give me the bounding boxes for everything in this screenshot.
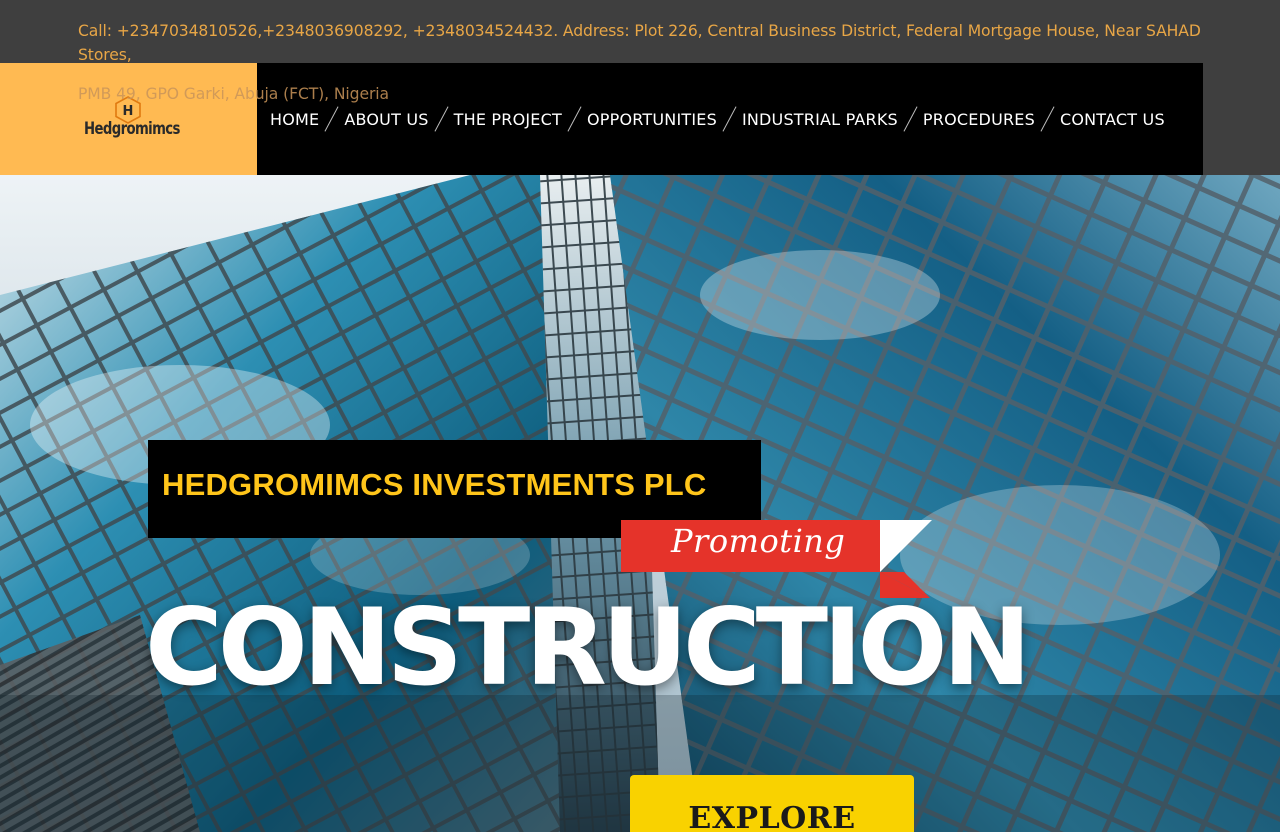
main-nav: HOME ABOUT US THE PROJECT OPPORTUNITIES …: [257, 63, 1203, 175]
promo-label: Promoting: [671, 522, 846, 560]
nav-item-procedures[interactable]: PROCEDURES: [923, 110, 1035, 129]
contact-info-line-1: Call: +2347034810526,+2348036908292, +23…: [78, 22, 1201, 64]
logo-letter: H: [123, 104, 134, 119]
nav-separator: [326, 106, 338, 132]
logo[interactable]: H Hedgromimcs: [0, 63, 257, 175]
logo-wordmark: Hedgromimcs: [84, 119, 180, 139]
contact-info: Call: +2347034810526,+2348036908292, +23…: [78, 19, 1218, 67]
top-info-bar: Call: +2347034810526,+2348036908292, +23…: [0, 0, 1280, 64]
promo-ribbon: Promoting: [621, 520, 880, 572]
nav-item-home[interactable]: HOME: [270, 110, 319, 129]
contact-info-line-2: PMB 49, GPO Garki, Abuja (FCT), Nigeria: [78, 85, 389, 103]
header-right-panel: [1203, 63, 1280, 175]
nav-item-opportunities[interactable]: OPPORTUNITIES: [587, 110, 717, 129]
nav-separator: [724, 106, 736, 132]
company-title: HEDGROMIMCS INVESTMENTS PLC: [162, 467, 707, 502]
site-header: H Hedgromimcs HOME ABOUT US THE PROJECT …: [0, 63, 1280, 175]
explore-button[interactable]: EXPLORE: [630, 775, 914, 832]
hero-headline: CONSTRUCTION: [145, 586, 1031, 709]
nav-separator: [569, 106, 581, 132]
nav-item-about-us[interactable]: ABOUT US: [344, 110, 428, 129]
nav-separator: [905, 106, 917, 132]
nav-separator: [436, 106, 448, 132]
nav-item-contact-us[interactable]: CONTACT US: [1060, 110, 1165, 129]
nav-item-the-project[interactable]: THE PROJECT: [454, 110, 562, 129]
nav-item-industrial-parks[interactable]: INDUSTRIAL PARKS: [742, 110, 898, 129]
nav-separator: [1042, 106, 1054, 132]
hero-banner: HEDGROMIMCS INVESTMENTS PLC Promoting CO…: [0, 175, 1280, 832]
